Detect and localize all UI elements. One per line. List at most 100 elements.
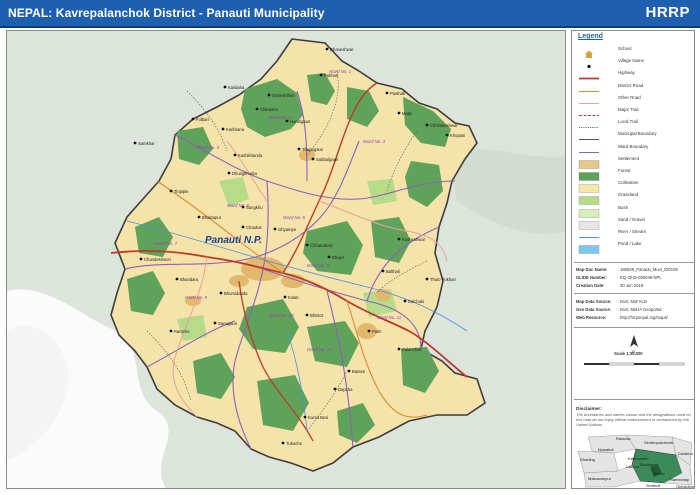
legend-row: Major Trail — [572, 106, 694, 117]
settlement-fill — [578, 156, 600, 169]
legend-label: District Road — [618, 82, 644, 88]
inset-district-label: Sindhuli — [646, 483, 661, 488]
village-label: Bhujel — [332, 255, 344, 260]
meta-value: DoS, MoFALD — [620, 299, 647, 304]
ward-label: Ward No. 6 — [283, 215, 306, 220]
other-road-line — [578, 95, 600, 104]
meta-value: http://hrrpnepal.org/maps/ — [620, 315, 668, 320]
map-frame[interactable]: Panauti N.P. Dhaneshwar Pokhari Ganeshthan… — [6, 30, 566, 489]
meta-row: Map Doc Name: 180628_Panauti_Muni_ID0109 — [576, 267, 678, 272]
legend-label: Bush — [618, 204, 629, 210]
meta-row: Web Resource: http://hrrpnepal.org/maps/ — [576, 315, 668, 320]
meta-key: Geo Data Source: — [576, 307, 612, 312]
village-label: Hundigaun — [290, 119, 311, 124]
village-dot — [303, 415, 307, 419]
village-dot — [139, 257, 143, 261]
village-label: Patle — [372, 329, 382, 334]
legend-label: Major Trail — [618, 107, 639, 112]
location-inset-map: Rasuwa Sindhupalchowk Dhading Nuwakot Dolakh… — [574, 433, 694, 488]
north-arrow-icon — [630, 335, 638, 347]
ward-label: Ward No. 9 — [185, 295, 208, 300]
sand-fill — [578, 217, 600, 230]
district-road-line — [578, 83, 600, 92]
village-dot — [255, 107, 259, 111]
legend-row: Cultivation — [572, 179, 694, 193]
village-label: Ganeshthan — [272, 93, 295, 98]
village-label: Karkhana — [226, 127, 245, 132]
village-label: Fulbari — [196, 117, 209, 122]
village-label: Ramche — [174, 329, 190, 334]
legend-panel: Legend School Village Name Highway District… — [571, 30, 695, 489]
inset-district-label: Ramechap — [670, 477, 690, 482]
meta-row: GLIDE Number: EQ-2015-000048-NPL — [576, 275, 662, 280]
village-dot — [325, 47, 329, 51]
inset-district-label: Okhaldhunga — [676, 484, 694, 489]
meta-value: EQ-2015-000048-NPL — [620, 275, 662, 280]
municipality-map[interactable]: Panauti N.P. DhaneshwarPokhariGaneshthan… — [7, 31, 566, 489]
legend-label: Other Road — [618, 94, 641, 100]
inset-district-label: Dolakha — [678, 451, 693, 456]
grassland-fill — [578, 192, 600, 206]
village-label: Samkhar — [138, 141, 155, 146]
village-dot — [197, 215, 201, 219]
scale-bar — [584, 362, 685, 366]
inset-district-label: Lalitpur — [626, 464, 640, 469]
village-dot — [425, 123, 429, 127]
village-dot — [347, 369, 351, 373]
legend-label: Sand / Gravel — [618, 216, 645, 222]
ward-label: Ward No. 8 — [307, 263, 330, 268]
village-dot — [283, 295, 287, 299]
disclaimer-text: The boundaries and names shown and the d… — [576, 412, 691, 427]
municipality-label: Panauti N.P. — [205, 235, 262, 246]
village-dot — [273, 227, 277, 231]
legend-row: Bush — [572, 204, 694, 218]
legend-label: Local Trail — [618, 119, 639, 125]
legend-label: Ward Boundary — [618, 143, 649, 149]
legend-label: Highway — [618, 70, 635, 76]
ward-label: Ward No. 4 — [197, 145, 220, 150]
village-label: Ghyampe — [278, 227, 297, 232]
village-dot — [319, 73, 323, 77]
village-dot — [385, 91, 389, 95]
inset-district-label: Bhaktapur — [640, 462, 659, 467]
village-dot — [397, 347, 401, 351]
meta-value: 180628_Panauti_Muni_ID0109 — [620, 267, 678, 272]
village-dot — [305, 243, 309, 247]
village-dot — [169, 329, 173, 333]
meta-value: DoS, MoHA Geoportal — [620, 307, 662, 312]
ward-label: Ward No. 11 — [377, 315, 402, 320]
legend-label: School — [618, 46, 632, 51]
highway-line — [578, 70, 600, 80]
village-dot — [227, 171, 231, 175]
village-label: Thulo Pokhari — [430, 277, 456, 282]
ward-boundary-line — [578, 144, 600, 153]
ward-label: Ward No. 12 — [307, 347, 332, 352]
legend-row: River / Stream — [572, 228, 694, 239]
village-label: Dapcha — [338, 387, 353, 392]
village-label: Palanchok — [402, 347, 422, 352]
village-dot — [285, 119, 289, 123]
village-label: Chhatrabesi — [310, 243, 333, 248]
village-dot — [281, 441, 285, 445]
village-label: Thapagaun — [302, 147, 324, 152]
legend-row: Highway — [572, 69, 694, 80]
legend-row: Other Road — [572, 94, 694, 105]
legend-label: Pond / Lake — [618, 241, 642, 247]
inset-district-label: Rasuwa — [616, 436, 631, 441]
ward-label: Ward No. 2 — [269, 115, 292, 120]
village-dot — [175, 277, 179, 281]
village-dot — [241, 225, 245, 229]
forest-fill — [578, 168, 600, 181]
village-dot — [297, 147, 301, 151]
divider — [574, 262, 694, 263]
village-icon — [578, 58, 600, 69]
legend-row: School — [572, 45, 694, 58]
title-bar: NEPAL: Kavrepalanchok District - Panauti… — [0, 0, 700, 28]
meta-key: Map Doc Name: — [576, 267, 608, 272]
village-label: Batase — [352, 369, 366, 374]
village-label: Bhaktapur — [202, 215, 222, 220]
meta-key: GLIDE Number: — [576, 275, 608, 280]
divider — [574, 399, 694, 400]
village-dot — [133, 141, 137, 145]
village-label: Kunta Besi — [308, 415, 328, 420]
